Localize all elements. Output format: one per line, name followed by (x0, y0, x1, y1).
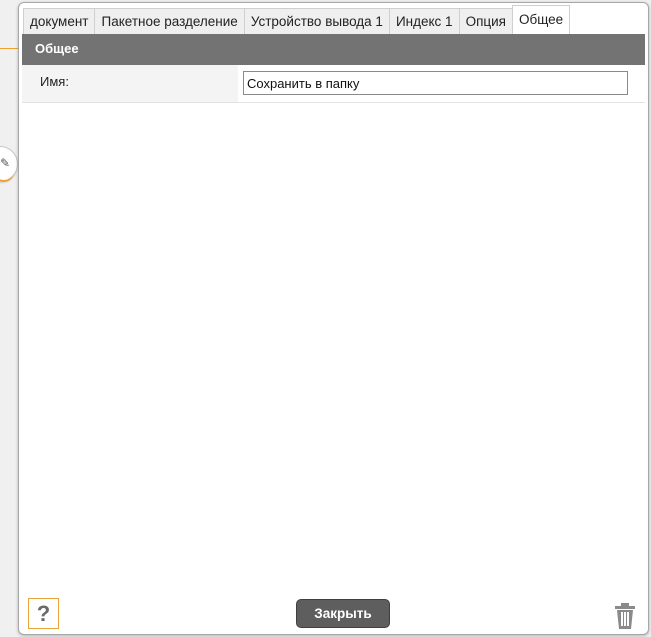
properties-dialog: документ Пакетное разделение Устройство … (18, 2, 649, 635)
trash-icon (615, 603, 635, 629)
canvas-connector-line (0, 48, 20, 49)
canvas-node-highlight (0, 170, 14, 182)
question-icon: ? (36, 601, 51, 626)
delete-button[interactable] (613, 602, 637, 630)
name-label: Имя: (22, 65, 238, 102)
tab-option[interactable]: Опция (458, 8, 513, 34)
pencil-icon: ✎ (0, 156, 11, 170)
tab-output-device-1[interactable]: Устройство вывода 1 (243, 8, 390, 34)
tab-document[interactable]: документ (23, 8, 96, 34)
tab-bar: документ Пакетное разделение Устройство … (23, 5, 571, 34)
tab-batch-split[interactable]: Пакетное разделение (94, 8, 245, 34)
help-button[interactable]: ? (28, 598, 59, 629)
name-row: Имя: (22, 65, 645, 103)
tab-index-1[interactable]: Индекс 1 (388, 8, 460, 34)
section-header: Общее (22, 34, 645, 65)
close-button[interactable]: Закрыть (296, 599, 390, 628)
name-input[interactable] (243, 71, 628, 95)
tab-general[interactable]: Общее (511, 5, 571, 34)
